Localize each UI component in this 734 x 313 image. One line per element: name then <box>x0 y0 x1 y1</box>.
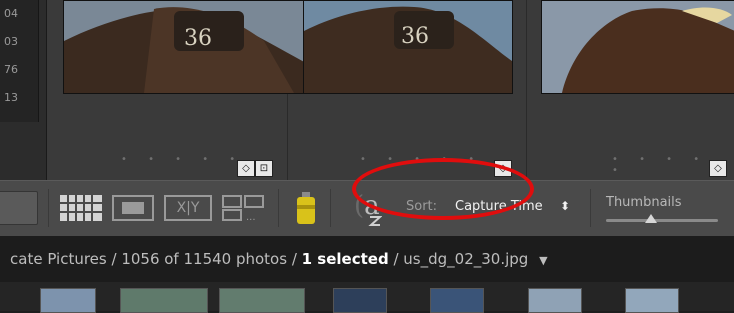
divider <box>48 189 49 227</box>
photo-count: 1056 of 11540 photos <box>121 250 288 268</box>
filmstrip <box>0 282 734 313</box>
divider <box>590 189 591 227</box>
selected-count: 1 selected <box>301 250 389 268</box>
filmstrip-thumbnail[interactable] <box>120 288 208 313</box>
slider-handle[interactable] <box>645 214 657 223</box>
crop-icon[interactable]: ⊡ <box>255 160 273 177</box>
filmstrip-thumbnail[interactable] <box>528 288 582 313</box>
grid-view: 04 03 76 13 36 ◇ ⊡ • • • • • 36 ◇ • • • … <box>0 0 734 180</box>
filmstrip-thumbnail[interactable] <box>219 288 305 313</box>
thumbnails-label: Thumbnails <box>606 195 682 210</box>
rating-dots[interactable]: • • • • • <box>612 154 734 176</box>
import-button[interactable] <box>0 191 38 225</box>
folder-count[interactable]: 03 <box>0 28 38 56</box>
folder-count[interactable]: 04 <box>0 0 38 28</box>
photo-thumbnail[interactable]: 36 <box>303 0 513 94</box>
grid-view-icon[interactable] <box>60 195 102 221</box>
filmstrip-thumbnail[interactable] <box>40 288 96 313</box>
annotation-ellipse <box>352 158 534 220</box>
rating-dots[interactable]: • • • • • <box>121 154 244 165</box>
photo-thumbnail[interactable]: 36 <box>63 0 322 94</box>
dropdown-arrow-icon[interactable]: ▼ <box>539 254 547 267</box>
chevron-updown-icon[interactable]: ⬍ <box>560 199 570 213</box>
grid-cell[interactable]: 36 ◇ • • • • • <box>288 0 527 180</box>
divider <box>278 189 279 227</box>
filmstrip-thumbnail[interactable] <box>625 288 679 313</box>
loupe-view-icon[interactable] <box>112 195 154 221</box>
filmstrip-thumbnail[interactable] <box>430 288 484 313</box>
separator: / <box>287 250 302 268</box>
compare-view-icon[interactable]: X|Y <box>164 195 212 221</box>
band-number: 36 <box>401 24 429 49</box>
svg-text:...: ... <box>246 212 256 221</box>
folder-counts: 04 03 76 13 <box>0 0 39 122</box>
breadcrumb: cate Pictures / 1056 of 11540 photos / 1… <box>10 250 548 268</box>
separator: / <box>106 250 122 268</box>
grid-cell[interactable]: ◇ • • • • • <box>527 0 734 180</box>
filmstrip-thumbnail[interactable] <box>333 288 387 313</box>
filmstrip-header: cate Pictures / 1056 of 11540 photos / 1… <box>0 236 734 282</box>
divider <box>330 189 331 227</box>
band-number: 36 <box>184 26 212 51</box>
folder-count[interactable]: 13 <box>0 84 38 112</box>
left-panel: 04 03 76 13 <box>0 0 47 180</box>
folder-count[interactable]: 76 <box>0 56 38 84</box>
painter-icon[interactable] <box>294 191 318 225</box>
survey-view-icon[interactable]: ... <box>222 195 264 223</box>
source-folder[interactable]: cate Pictures <box>10 250 107 268</box>
thumbnail-size-slider[interactable] <box>606 219 718 222</box>
separator: / <box>388 250 404 268</box>
filename[interactable]: us_dg_02_30.jpg <box>403 250 528 268</box>
grid-cell[interactable]: 36 ◇ ⊡ • • • • • <box>47 0 322 180</box>
photo-thumbnail[interactable] <box>541 0 734 94</box>
